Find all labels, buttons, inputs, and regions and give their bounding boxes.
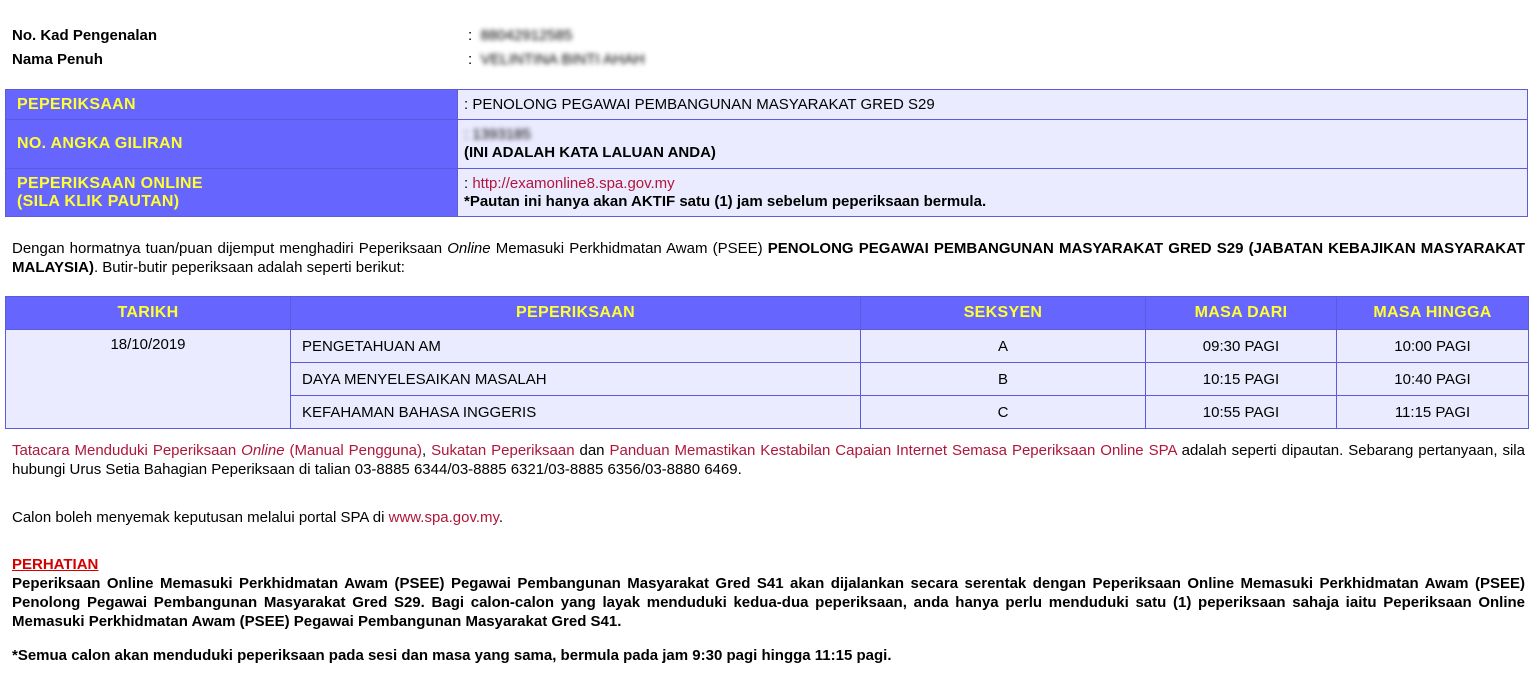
subject-cell: PENGETAHUAN AM — [290, 329, 861, 363]
roll-number: : 1393185 — [464, 126, 531, 143]
online-label: PEPERIKSAAN ONLINE (SILA KLIK PAUTAN) — [5, 168, 458, 217]
exam-date: 18/10/2019 — [5, 329, 291, 429]
col-header-time-to: MASA HINGGA — [1336, 296, 1529, 330]
name-value: : VELINTINA BINTI AHAH — [468, 51, 645, 68]
time-from-cell: 10:55 PAGI — [1145, 395, 1337, 429]
full-name: VELINTINA BINTI AHAH — [480, 51, 645, 68]
schedule-header-row: TARIKH PEPERIKSAAN SEKSYEN MASA DARI MAS… — [5, 296, 1529, 330]
roll-note: (INI ADALAH KATA LALUAN ANDA) — [464, 144, 716, 161]
roll-row: NO. ANGKA GILIRAN : 1393185 (INI ADALAH … — [5, 119, 1528, 169]
intro-online-word: Online — [447, 240, 491, 257]
exam-label: PEPERIKSAAN — [5, 89, 458, 120]
col-header-section: SEKSYEN — [860, 296, 1146, 330]
exam-row: PEPERIKSAAN : PENOLONG PEGAWAI PEMBANGUN… — [5, 89, 1528, 120]
online-value-cell: : http://examonline8.spa.gov.my *Pautan … — [457, 168, 1528, 217]
intro-paragraph: Dengan hormatnya tuan/puan dijemput meng… — [12, 240, 1525, 276]
col-header-date: TARIKH — [5, 296, 291, 330]
notice-body: Peperiksaan Online Memasuki Perkhidmatan… — [12, 575, 1525, 630]
time-to-cell: 10:40 PAGI — [1336, 362, 1529, 396]
section-cell: C — [860, 395, 1146, 429]
syllabus-link[interactable]: Sukatan Peperiksaan — [431, 442, 574, 459]
online-row: PEPERIKSAAN ONLINE (SILA KLIK PAUTAN) : … — [5, 168, 1528, 217]
time-from-cell: 10:15 PAGI — [1145, 362, 1337, 396]
roll-label: NO. ANGKA GILIRAN — [5, 119, 458, 169]
col-header-time-from: MASA DARI — [1145, 296, 1337, 330]
time-to-cell: 11:15 PAGI — [1336, 395, 1529, 429]
name-colon: : — [468, 51, 481, 68]
time-to-cell: 10:00 PAGI — [1336, 329, 1529, 363]
links-paragraph: Tatacara Menduduki Peperiksaan Online (M… — [12, 442, 1525, 478]
online-label-line2: (SILA KLIK PAUTAN) — [17, 192, 180, 210]
online-note: *Pautan ini hanya akan AKTIF satu (1) ja… — [464, 192, 987, 210]
online-link-line: : http://examonline8.spa.gov.my — [464, 174, 675, 192]
subject-cell: DAYA MENYELESAIKAN MASALAH — [290, 362, 861, 396]
exam-value: : PENOLONG PEGAWAI PEMBANGUNAN MASYARAKA… — [457, 89, 1528, 120]
spa-portal-link[interactable]: www.spa.gov.my — [389, 509, 499, 526]
section-cell: B — [860, 362, 1146, 396]
section-cell: A — [860, 329, 1146, 363]
internet-guide-link[interactable]: Panduan Memastikan Kestabilan Capaian In… — [609, 442, 1176, 459]
results-paragraph: Calon boleh menyemak keputusan melalui p… — [12, 509, 504, 526]
schedule-table: TARIKH PEPERIKSAAN SEKSYEN MASA DARI MAS… — [5, 296, 1529, 429]
exam-online-link[interactable]: http://examonline8.spa.gov.my — [472, 175, 674, 192]
notice-footnote: *Semua calon akan menduduki peperiksaan … — [12, 647, 892, 664]
roll-value-cell: : 1393185 (INI ADALAH KATA LALUAN ANDA) — [457, 119, 1528, 169]
notice-heading: PERHATIAN — [12, 556, 99, 573]
ic-colon: : — [468, 27, 481, 44]
table-row: 18/10/2019 PENGETAHUAN AM A 09:30 PAGI 1… — [5, 329, 1529, 429]
ic-value: : 88042912585 — [468, 27, 572, 44]
manual-link[interactable]: Tatacara Menduduki Peperiksaan Online (M… — [12, 442, 422, 459]
col-header-exam: PEPERIKSAAN — [290, 296, 861, 330]
ic-label: No. Kad Pengenalan — [12, 27, 158, 44]
name-label: Nama Penuh — [12, 51, 103, 68]
subject-cell: KEFAHAMAN BAHASA INGGERIS — [290, 395, 861, 429]
exam-info-table: PEPERIKSAAN : PENOLONG PEGAWAI PEMBANGUN… — [5, 89, 1528, 217]
ic-number: 88042912585 — [480, 27, 573, 44]
time-from-cell: 09:30 PAGI — [1145, 329, 1337, 363]
online-label-line1: PEPERIKSAAN ONLINE — [17, 174, 203, 192]
